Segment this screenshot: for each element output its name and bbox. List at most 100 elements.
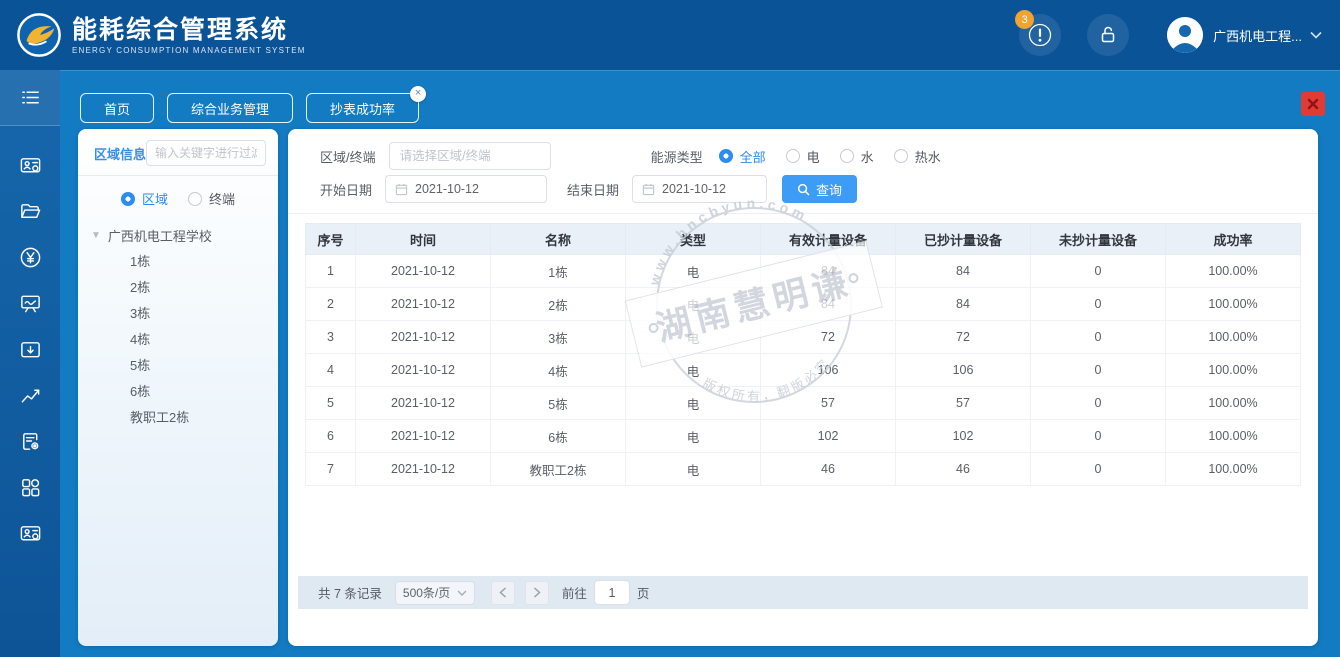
column-header-已抄计量设备: 已抄计量设备 [895,223,1031,255]
tab-首页[interactable]: 首页 [80,93,155,123]
table-row[interactable]: 6 2021-10-12 6栋电 102 102 0 100.00% [305,419,1301,453]
line-chart-icon [21,389,39,402]
sidebar-menu [0,126,60,556]
chevron-down-icon[interactable] [1310,31,1322,39]
start-date-input[interactable]: 2021-10-12 [385,175,548,203]
tree-root-label: 广西机电工程学校 [107,229,212,244]
lock-button[interactable] [1087,14,1130,56]
area-terminal-input[interactable] [388,142,551,170]
chevron-left-icon [499,587,506,598]
table-row[interactable]: 3 2021-10-12 3栋电 72 72 0 100.00% [305,320,1301,354]
column-header-有效计量设备: 有效计量设备 [760,223,896,255]
table-cell: 100.00% [1165,386,1301,420]
tree-node-3栋[interactable]: 3栋 [78,301,278,327]
column-header-成功率: 成功率 [1165,223,1301,255]
query-button[interactable]: 查询 [782,175,857,203]
table-cell: 5栋 [490,386,626,420]
energy-radio-全部[interactable]: 全部 [718,147,766,166]
radio-label: 水 [860,149,874,165]
table-cell: 106 [760,353,896,387]
sidebar-item-billing[interactable] [0,234,60,280]
tree-node-5栋[interactable]: 5栋 [78,353,278,379]
table-cell: 2 [305,287,356,321]
sidebar-item-apps[interactable] [0,464,60,510]
close-all-tabs-button[interactable] [1301,92,1325,116]
tab-close-icon[interactable]: × [410,86,427,102]
table-row[interactable]: 4 2021-10-12 4栋电 106 106 0 100.00% [305,353,1301,387]
menu-list-icon [21,91,39,104]
energy-radio-水[interactable]: 水 [839,147,874,166]
table-cell: 0 [1030,254,1166,288]
calendar-icon [395,183,408,195]
notification-button[interactable]: 3 [1015,10,1062,56]
table-cell: 教职工2栋 [490,452,626,486]
tab-综合业务管理[interactable]: 综合业务管理 [167,93,294,123]
content-area: 首页 综合业务管理 抄表成功率 × 区域信息 区域 终端 ▼ 广西机电工程学校 [60,70,1340,657]
app-title: 能耗综合管理系统 [72,15,289,44]
search-icon [797,183,810,195]
start-date-value: 2021-10-12 [415,182,479,196]
table-row[interactable]: 5 2021-10-12 5栋电 57 57 0 100.00% [305,386,1301,420]
page-size-value: 500条/页 [402,586,451,600]
table-cell: 2021-10-12 [355,254,491,288]
sidebar-item-data-export[interactable] [0,326,60,372]
sidebar-item-user-admin[interactable] [0,142,60,188]
tab-抄表成功率[interactable]: 抄表成功率 × [306,86,427,123]
tree-node-2栋[interactable]: 2栋 [78,275,278,301]
prev-page-button[interactable] [490,580,515,605]
column-header-类型: 类型 [625,223,761,255]
table-row[interactable]: 2 2021-10-12 2栋电 84 84 0 100.00% [305,287,1301,321]
tree-node-1栋[interactable]: 1栋 [78,249,278,275]
table-cell: 100.00% [1165,353,1301,387]
filter-row-1: 区域/终端 能源类型 全部 电 水 热水 [288,142,1318,170]
app-page: 能耗综合管理系统 ENERGY CONSUMPTION MANAGEMENT S… [0,0,1340,657]
sidebar-item-trend-analysis[interactable] [0,372,60,418]
table-cell: 电 [625,320,761,354]
mode-radio-终端[interactable]: 终端 [188,189,235,208]
table-cell: 46 [895,452,1031,486]
tree-search-input[interactable] [146,140,267,166]
header-right: 3 广西机电工程... [1015,0,1322,70]
table-row[interactable]: 7 2021-10-12 教职工2栋电 46 46 0 100.00% [305,452,1301,486]
table-cell: 1 [305,254,356,288]
tree-node-教职工2栋[interactable]: 教职工2栋 [78,405,278,431]
radio-label: 区域 [141,192,168,207]
next-page-button[interactable] [524,580,549,605]
sidebar-item-archives[interactable] [0,188,60,234]
end-date-input[interactable]: 2021-10-12 [632,175,768,203]
table-cell: 1栋 [490,254,626,288]
tree-node-4栋[interactable]: 4栋 [78,327,278,353]
logo-icon [17,13,61,57]
chevron-right-icon [533,587,541,598]
energy-radio-电[interactable]: 电 [785,147,820,166]
energy-radio-热水[interactable]: 热水 [893,147,941,166]
table-cell: 4 [305,353,356,387]
sidebar-item-report-config[interactable] [0,418,60,464]
tab-label: 首页 [104,101,131,117]
avatar[interactable] [1167,17,1204,53]
table-row[interactable]: 1 2021-10-12 1栋电 84 84 0 100.00% [305,254,1301,288]
tree-root-node[interactable]: ▼ 广西机电工程学校 [78,222,278,249]
table-cell: 72 [760,320,896,354]
sidebar-item-account-manage[interactable] [0,510,60,556]
table-cell: 57 [760,386,896,420]
sidebar [0,70,60,657]
page-size-select[interactable]: 500条/页 [394,580,475,605]
radio-circle-icon [785,149,800,163]
tree-node-6栋[interactable]: 6栋 [78,379,278,405]
table-cell: 84 [895,254,1031,288]
lock-icon [1101,26,1115,43]
table-cell: 电 [625,386,761,420]
table-cell: 2栋 [490,287,626,321]
area-info-panel: 区域信息 区域 终端 ▼ 广西机电工程学校 1栋2栋3栋4栋5栋6栋教职工2栋 [78,129,278,646]
goto-page-input[interactable] [593,580,630,605]
tab-label: 综合业务管理 [191,101,270,117]
sidebar-item-menu-toggle[interactable] [0,70,60,126]
mode-radio-区域[interactable]: 区域 [120,189,168,208]
username[interactable]: 广西机电工程... [1213,26,1302,45]
column-header-名称: 名称 [490,223,626,255]
energy-type-radio-group: 全部 电 水 热水 [718,147,941,166]
table-cell: 72 [895,320,1031,354]
sidebar-item-monitor-board[interactable] [0,280,60,326]
table-cell: 电 [625,353,761,387]
